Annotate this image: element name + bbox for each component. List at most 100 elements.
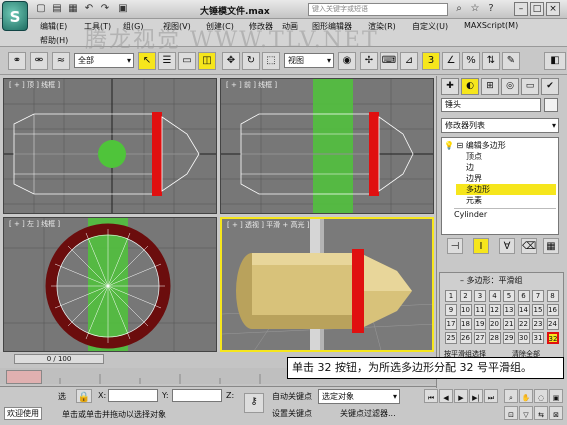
prev-frame-icon[interactable]: ◀	[439, 389, 453, 403]
configure-sets-icon[interactable]: ▦	[543, 238, 559, 254]
stack-item-edit-poly[interactable]: 💡 ⊟ 编辑多边形	[444, 140, 506, 151]
display-tab-icon[interactable]: ▭	[521, 78, 539, 95]
viewport-label[interactable]: [ + ] 透视 ] 平滑 + 高光 ]	[227, 220, 309, 230]
go-to-end-icon[interactable]: ⏭	[484, 389, 498, 403]
rotate-icon[interactable]: ↻	[242, 52, 260, 70]
smoothing-group-button[interactable]: 8	[546, 290, 559, 302]
key-filter-button[interactable]: 关键点过滤器...	[340, 408, 396, 419]
rollout-title[interactable]: – 多边形：平滑组	[460, 275, 523, 286]
auto-key-button[interactable]: 自动关键点	[272, 391, 312, 402]
menu-edit[interactable]: 编辑(E)	[40, 21, 67, 32]
redo-icon[interactable]: ↷	[98, 2, 112, 16]
edit-named-sel-icon[interactable]: ✎	[502, 52, 520, 70]
maximize-viewport-icon[interactable]: ▣	[549, 389, 563, 403]
smoothing-group-button[interactable]: 13	[503, 304, 515, 316]
spinner-snap-icon[interactable]: ⇅	[482, 52, 500, 70]
select-by-name-icon[interactable]: ☰	[158, 52, 176, 70]
search-icon[interactable]: ⌕	[452, 2, 466, 16]
help-icon[interactable]: ?	[484, 2, 498, 16]
time-slider[interactable]: 0 / 100	[14, 354, 104, 364]
close-button[interactable]: ×	[546, 2, 560, 16]
viewport-label[interactable]: [ + ] 左 ] 线框 ]	[9, 219, 60, 229]
star-icon[interactable]: ☆	[468, 2, 482, 16]
rect-selection-icon[interactable]: ▭	[178, 52, 196, 70]
smoothing-group-button[interactable]: 2	[459, 290, 472, 302]
app-logo-icon[interactable]: S	[2, 1, 28, 31]
pin-stack-icon[interactable]: ⊣	[447, 238, 463, 254]
set-key-button[interactable]: 设置关键点	[272, 408, 312, 419]
smoothing-group-button[interactable]: 22	[517, 318, 530, 330]
menu-maxscript[interactable]: MAXScript(M)	[464, 21, 518, 30]
unlink-icon[interactable]: ⚮	[30, 52, 48, 70]
smoothing-group-button[interactable]: 1	[445, 290, 457, 302]
reference-coord-dropdown[interactable]: 视图	[284, 53, 334, 68]
stack-item-edge[interactable]: 边	[466, 162, 474, 173]
lock-selection-icon[interactable]: 🔒	[76, 389, 92, 403]
hierarchy-tab-icon[interactable]: ⊞	[481, 78, 499, 95]
percent-snap-icon[interactable]: %	[462, 52, 480, 70]
menu-customize[interactable]: 自定义(U)	[412, 21, 448, 32]
search-input[interactable]: 键入关键字或短语	[308, 3, 448, 16]
smoothing-group-button[interactable]: 11	[474, 304, 486, 316]
viewport-label[interactable]: [ + ] 顶 ] 线框 ]	[9, 80, 60, 90]
pan-icon[interactable]: ✋	[519, 389, 533, 403]
next-frame-icon[interactable]: ▶|	[469, 389, 483, 403]
smoothing-group-button[interactable]: 29	[503, 332, 515, 344]
stack-item-polygon[interactable]: 多边形	[456, 184, 556, 195]
smoothing-group-button[interactable]: 27	[474, 332, 486, 344]
new-file-icon[interactable]: ▢	[34, 2, 48, 16]
modifier-list-dropdown[interactable]: 修改器列表	[441, 118, 559, 133]
minimize-button[interactable]: –	[514, 2, 528, 16]
move-icon[interactable]: ✥	[222, 52, 240, 70]
smoothing-group-button[interactable]: 15	[532, 304, 544, 316]
stack-item-vertex[interactable]: 顶点	[466, 151, 482, 162]
keyboard-shortcut-icon[interactable]: ⌨	[380, 52, 398, 70]
smoothing-group-button[interactable]: 20	[488, 318, 501, 330]
smoothing-group-button[interactable]: 14	[517, 304, 530, 316]
object-name-field[interactable]: 锤头	[441, 98, 541, 112]
modify-tab-icon[interactable]: ◐	[461, 78, 479, 95]
smoothing-group-button[interactable]: 3	[474, 290, 486, 302]
smoothing-group-button[interactable]: 25	[445, 332, 457, 344]
selection-filter-dropdown[interactable]: 全部	[74, 53, 134, 68]
smoothing-group-button[interactable]: 26	[459, 332, 472, 344]
smoothing-group-button[interactable]: 4	[488, 290, 501, 302]
orbit-icon[interactable]: ◌	[534, 389, 548, 403]
smoothing-group-button[interactable]: 23	[532, 318, 544, 330]
smoothing-group-button[interactable]: 28	[488, 332, 501, 344]
y-field[interactable]	[172, 389, 222, 402]
go-to-start-icon[interactable]: ⏮	[424, 389, 438, 403]
project-folder-icon[interactable]: ▣	[116, 2, 130, 16]
motion-tab-icon[interactable]: ◎	[501, 78, 519, 95]
snap-3-icon[interactable]: 3	[422, 52, 440, 70]
walk-icon[interactable]: ⇆	[534, 406, 548, 420]
viewport-label[interactable]: [ + ] 前 ] 线框 ]	[226, 80, 277, 90]
key-icon[interactable]: ⚷	[244, 393, 264, 413]
smoothing-group-button[interactable]: 9	[445, 304, 457, 316]
stack-item-element[interactable]: 元素	[466, 195, 482, 206]
smoothing-group-button[interactable]: 30	[517, 332, 530, 344]
undo-icon[interactable]: ↶	[82, 2, 96, 16]
save-file-icon[interactable]: ▦	[66, 2, 80, 16]
bind-spacewarp-icon[interactable]: ≈	[52, 52, 70, 70]
stack-item-cylinder[interactable]: Cylinder	[454, 208, 556, 219]
smoothing-group-button[interactable]: 12	[488, 304, 501, 316]
pivot-center-icon[interactable]: ◉	[338, 52, 356, 70]
show-end-result-icon[interactable]: I	[473, 238, 489, 254]
create-selection-icon[interactable]: ◧	[544, 52, 566, 70]
viewport-top[interactable]: [ + ] 顶 ] 线框 ]	[3, 78, 217, 214]
maxscript-listener[interactable]	[6, 370, 42, 384]
select-object-icon[interactable]: ↖	[138, 52, 156, 70]
smoothing-group-button[interactable]: 5	[503, 290, 515, 302]
link-icon[interactable]: ⚭	[8, 52, 26, 70]
menu-help[interactable]: 帮助(H)	[40, 35, 68, 46]
snap-toggle-icon[interactable]: ⊿	[400, 52, 418, 70]
smoothing-group-button[interactable]: 6	[517, 290, 530, 302]
make-unique-icon[interactable]: ∀	[499, 238, 515, 254]
smoothing-group-button[interactable]: 10	[459, 304, 472, 316]
viewport-front[interactable]: [ + ] 前 ] 线框 ]	[220, 78, 434, 214]
remove-modifier-icon[interactable]: ⌫	[521, 238, 537, 254]
select-manipulate-icon[interactable]: ✢	[360, 52, 378, 70]
zoom-icon[interactable]: ⌕	[504, 389, 518, 403]
smoothing-group-button[interactable]: 18	[459, 318, 472, 330]
